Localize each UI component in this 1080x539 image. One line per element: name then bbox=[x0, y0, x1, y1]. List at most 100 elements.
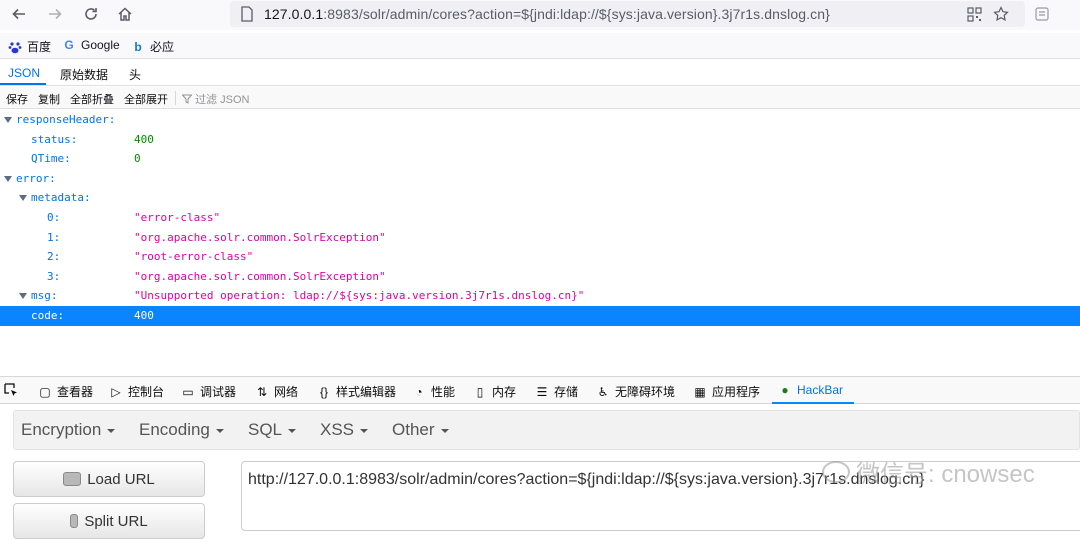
xss-menu[interactable]: XSS bbox=[320, 420, 369, 440]
json-row[interactable]: 3: "org.apache.solr.common.SolrException" bbox=[0, 267, 1080, 287]
copy-button[interactable]: 复制 bbox=[38, 91, 60, 107]
caret-down-icon bbox=[360, 428, 369, 433]
save-button[interactable]: 保存 bbox=[6, 91, 28, 107]
style-editor-icon: {} bbox=[319, 384, 328, 399]
devtools-tab-label: 无障碍环境 bbox=[615, 385, 676, 399]
other-menu[interactable]: Other bbox=[392, 420, 449, 440]
json-row[interactable]: 1: "org.apache.solr.common.SolrException" bbox=[0, 228, 1080, 248]
storage-icon: ☰ bbox=[536, 384, 548, 399]
home-icon[interactable] bbox=[113, 3, 137, 25]
bookmark-google[interactable]: G Google bbox=[62, 38, 120, 52]
devtools-tab-label: 性能 bbox=[431, 385, 456, 399]
hackbar-icon: ● bbox=[781, 383, 789, 397]
devtools-tab-hackbar[interactable]: ● HackBar bbox=[778, 383, 843, 397]
bing-icon: b bbox=[134, 39, 142, 54]
json-key: 2: bbox=[47, 250, 61, 264]
encoding-menu[interactable]: Encoding bbox=[139, 420, 224, 440]
baidu-icon bbox=[8, 40, 22, 54]
expand-all-button[interactable]: 全部展开 bbox=[124, 91, 168, 107]
caret-down-icon bbox=[107, 428, 116, 433]
devtools-tab-debugger[interactable]: ▭ 调试器 bbox=[181, 383, 236, 400]
devtools-tab-inspector[interactable]: ▢ 查看器 bbox=[38, 383, 93, 400]
memory-icon: ▯ bbox=[476, 384, 484, 399]
json-row[interactable]: 2: "root-error-class" bbox=[0, 247, 1080, 267]
menu-label: SQL bbox=[248, 420, 283, 439]
expand-triangle-icon[interactable] bbox=[4, 175, 12, 182]
json-row[interactable]: 0: "error-class" bbox=[0, 208, 1080, 228]
url-path: :8983/solr/admin/cores?action=${jndi:lda… bbox=[323, 6, 830, 22]
devtools-tab-style-editor[interactable]: {} 样式编辑器 bbox=[317, 383, 396, 400]
split-url-label: Split URL bbox=[84, 512, 148, 530]
qr-code-icon[interactable] bbox=[965, 5, 983, 23]
devtools-tab-memory[interactable]: ▯ 内存 bbox=[473, 383, 516, 400]
active-tab-indicator bbox=[0, 83, 46, 85]
bookmark-label: Google bbox=[81, 38, 120, 52]
toolbar-divider bbox=[175, 91, 176, 105]
devtools-tabbar: ▢ 查看器 ▷ 控制台 ▭ 调试器 ⇅ 网络 {} 样式编辑器 ◔ 性能 ▯ 内存 ☰ 存储 ♿ 无障碍环境 ▦ 应用… bbox=[0, 376, 1080, 404]
json-toolbar: 保存 复制 全部折叠 全部展开 过滤 JSON bbox=[0, 87, 1080, 109]
json-row[interactable]: code: 400 bbox=[0, 306, 1080, 326]
caret-down-icon bbox=[215, 428, 224, 433]
page-icon bbox=[240, 6, 254, 22]
caret-down-icon bbox=[440, 428, 449, 433]
devtools-tab-label: 内存 bbox=[492, 385, 517, 399]
json-value: "Unsupported operation: ldap://${sys:jav… bbox=[134, 289, 585, 303]
bookmark-baidu[interactable]: 百度 bbox=[8, 38, 51, 55]
json-row[interactable]: error: bbox=[0, 169, 1080, 189]
reload-icon[interactable] bbox=[79, 3, 103, 25]
json-key: 1: bbox=[47, 230, 61, 244]
devtools-tab-label: 调试器 bbox=[200, 385, 237, 399]
devtools-tab-network[interactable]: ⇅ 网络 bbox=[255, 383, 298, 400]
filter-icon bbox=[181, 94, 193, 104]
reader-view-icon[interactable] bbox=[1030, 3, 1054, 25]
devtools-tab-accessibility[interactable]: ♿ 无障碍环境 bbox=[596, 383, 675, 400]
devtools-tab-application[interactable]: ▦ 应用程序 bbox=[693, 383, 760, 400]
json-row[interactable]: responseHeader: bbox=[0, 110, 1080, 130]
console-icon: ▷ bbox=[111, 384, 121, 399]
forward-arrow-icon[interactable] bbox=[43, 3, 67, 25]
json-row[interactable]: QTime: 0 bbox=[0, 149, 1080, 169]
load-url-button[interactable]: Load URL bbox=[13, 461, 205, 497]
json-key: status: bbox=[31, 132, 78, 146]
json-row[interactable]: msg: "Unsupported operation: ldap://${sys… bbox=[0, 286, 1080, 306]
tab-json[interactable]: JSON bbox=[8, 66, 40, 80]
devtools-tab-label: HackBar bbox=[797, 383, 844, 397]
back-arrow-icon[interactable] bbox=[7, 3, 31, 25]
expand-triangle-icon[interactable] bbox=[19, 195, 27, 202]
network-icon: ⇅ bbox=[256, 384, 268, 399]
collapse-all-button[interactable]: 全部折叠 bbox=[70, 91, 114, 107]
json-row[interactable]: metadata: bbox=[0, 188, 1080, 208]
expand-triangle-icon[interactable] bbox=[19, 293, 27, 300]
bookmarks-bar: 百度 G Google b 必应 bbox=[0, 33, 1080, 59]
performance-icon: ◔ bbox=[415, 384, 423, 399]
devtools-tab-storage[interactable]: ☰ 存储 bbox=[535, 383, 578, 400]
devtools-tab-performance[interactable]: ◔ 性能 bbox=[412, 383, 455, 400]
sql-menu[interactable]: SQL bbox=[248, 420, 297, 440]
load-url-icon bbox=[63, 472, 82, 486]
json-key: metadata: bbox=[31, 191, 91, 205]
bookmark-star-icon[interactable] bbox=[992, 5, 1010, 23]
google-icon: G bbox=[64, 38, 74, 52]
devtools-tab-console[interactable]: ▷ 控制台 bbox=[109, 383, 164, 400]
url-bar[interactable]: 127.0.0.1:8983/solr/admin/cores?action=$… bbox=[230, 1, 1025, 27]
wechat-icon bbox=[822, 460, 850, 483]
devtools-tab-label: 存储 bbox=[554, 385, 579, 399]
json-row[interactable]: status: 400 bbox=[0, 130, 1080, 150]
bookmark-bing[interactable]: b 必应 bbox=[131, 38, 174, 55]
expand-triangle-icon[interactable] bbox=[4, 117, 12, 123]
json-key: msg: bbox=[31, 289, 58, 303]
filter-json-input[interactable]: 过滤 JSON bbox=[181, 91, 249, 107]
url-text[interactable]: 127.0.0.1:8983/solr/admin/cores?action=$… bbox=[264, 6, 830, 22]
split-url-button[interactable]: Split URL bbox=[13, 503, 205, 539]
devtools-tab-label: 应用程序 bbox=[712, 385, 761, 399]
json-value: "org.apache.solr.common.SolrException" bbox=[134, 230, 386, 244]
tab-headers[interactable]: 头 bbox=[129, 66, 141, 83]
json-value: 0 bbox=[134, 152, 141, 166]
json-viewer-tabs: JSON 原始数据 头 bbox=[0, 61, 1080, 86]
caret-down-icon bbox=[288, 428, 297, 433]
element-picker-icon[interactable] bbox=[4, 383, 18, 397]
json-key: 3: bbox=[47, 269, 61, 283]
tab-raw-data[interactable]: 原始数据 bbox=[60, 66, 108, 83]
encryption-menu[interactable]: Encryption bbox=[21, 420, 116, 440]
hackbar-menu: Encryption Encoding SQL XSS Other bbox=[13, 410, 1080, 450]
